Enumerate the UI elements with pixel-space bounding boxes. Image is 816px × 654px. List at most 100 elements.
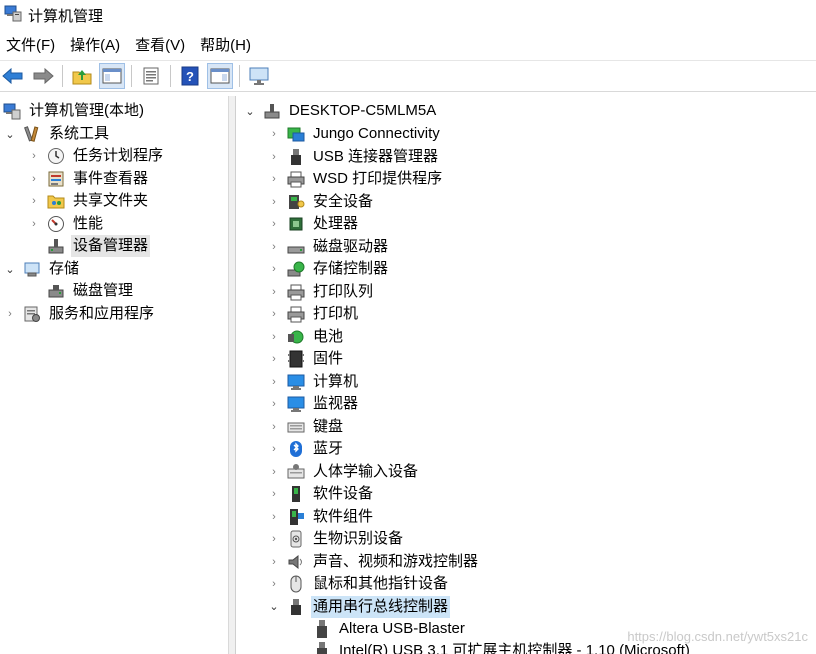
- chevron-right-icon[interactable]: ›: [268, 506, 280, 528]
- chevron-right-icon[interactable]: ›: [4, 303, 16, 325]
- back-arrow-icon[interactable]: [0, 63, 26, 89]
- chevron-down-icon[interactable]: ⌄: [4, 258, 16, 280]
- device-category-label: 人体学输入设备: [313, 462, 419, 480]
- device-category[interactable]: › Jungo Connectivity: [268, 123, 442, 145]
- sound-icon: [286, 552, 306, 572]
- chevron-right-icon[interactable]: ›: [268, 551, 280, 573]
- tree-item-system-tools[interactable]: ⌄ 系统工具: [4, 123, 111, 145]
- tree-label: 系统工具: [49, 125, 110, 142]
- device-category-label: 打印队列: [313, 282, 374, 300]
- menu-help[interactable]: 帮助(H): [194, 33, 260, 59]
- toolbar-separator: [131, 65, 132, 87]
- device-category[interactable]: › 鼠标和其他指针设备: [268, 573, 450, 595]
- tree-item-task-scheduler[interactable]: › 任务计划程序: [28, 145, 165, 167]
- help-icon[interactable]: ?: [177, 63, 203, 89]
- menu-file[interactable]: 文件(F): [0, 33, 64, 59]
- device-category[interactable]: ⌄ 通用串行总线控制器: [268, 595, 451, 618]
- console-tree[interactable]: 计算机管理(本地) ⌄ 系统工具 › 任务计划程序 › 事件查看器 › 共享文件…: [0, 96, 228, 654]
- chevron-right-icon[interactable]: ›: [268, 123, 280, 145]
- chevron-right-icon[interactable]: ›: [268, 258, 280, 280]
- monitor-icon: [286, 394, 306, 414]
- chevron-right-icon[interactable]: ›: [268, 326, 280, 348]
- chevron-right-icon[interactable]: ›: [28, 213, 40, 235]
- pane-splitter[interactable]: [228, 96, 236, 654]
- device-category[interactable]: › 磁盘驱动器: [268, 236, 390, 258]
- monitor-icon[interactable]: [246, 63, 272, 89]
- chevron-right-icon[interactable]: ›: [28, 190, 40, 212]
- tree-item-performance[interactable]: › 性能: [28, 213, 105, 235]
- chevron-right-icon[interactable]: ›: [268, 303, 280, 325]
- chevron-right-icon[interactable]: ›: [28, 145, 40, 167]
- tree-label: 服务和应用程序: [49, 305, 155, 322]
- chevron-right-icon[interactable]: ›: [268, 483, 280, 505]
- biometric-icon: [286, 529, 306, 549]
- device-tree[interactable]: ⌄ DESKTOP-C5MLM5A › Jungo Connectivity › US…: [236, 96, 816, 654]
- chevron-right-icon[interactable]: ›: [268, 416, 280, 438]
- chevron-right-icon[interactable]: ›: [268, 168, 280, 190]
- action-pane-icon[interactable]: [207, 63, 233, 89]
- chevron-down-icon[interactable]: ⌄: [244, 100, 256, 122]
- chevron-right-icon[interactable]: ›: [268, 191, 280, 213]
- device-category[interactable]: › 固件: [268, 348, 345, 370]
- device-root[interactable]: ⌄ DESKTOP-C5MLM5A: [244, 100, 438, 122]
- device-category[interactable]: › 生物识别设备: [268, 528, 405, 550]
- disk-drive-icon: [286, 237, 306, 257]
- chevron-right-icon[interactable]: ›: [268, 236, 280, 258]
- device-manager-icon: [46, 236, 66, 256]
- device-category[interactable]: › 打印机: [268, 303, 360, 325]
- tree-label: 计算机管理(本地): [29, 102, 144, 119]
- device-category-label: Jungo Connectivity: [313, 125, 440, 142]
- tree-item-computer-management[interactable]: 计算机管理(本地): [2, 100, 146, 122]
- chevron-right-icon[interactable]: ›: [268, 528, 280, 550]
- chevron-right-icon[interactable]: ›: [268, 393, 280, 415]
- device-category[interactable]: › 存储控制器: [268, 258, 390, 280]
- up-folder-icon[interactable]: [69, 63, 95, 89]
- device-category[interactable]: › 软件设备: [268, 483, 375, 505]
- chevron-right-icon[interactable]: ›: [268, 348, 280, 370]
- device-category[interactable]: › 键盘: [268, 416, 345, 438]
- device-category[interactable]: › WSD 打印提供程序: [268, 168, 444, 190]
- chevron-down-icon[interactable]: ⌄: [4, 123, 16, 145]
- device-category[interactable]: › 软件组件: [268, 506, 375, 528]
- tree-item-device-manager[interactable]: › 设备管理器: [28, 235, 151, 257]
- device-category[interactable]: › 处理器: [268, 213, 360, 235]
- forward-arrow-icon[interactable]: [30, 63, 56, 89]
- chevron-right-icon[interactable]: ›: [268, 461, 280, 483]
- software-component-icon: [286, 507, 306, 527]
- computer-root-icon: [262, 101, 282, 121]
- chevron-right-icon[interactable]: ›: [268, 213, 280, 235]
- tree-item-shared-folders[interactable]: › 共享文件夹: [28, 190, 150, 212]
- chevron-right-icon[interactable]: ›: [268, 281, 280, 303]
- device-category[interactable]: › 声音、视频和游戏控制器: [268, 551, 480, 573]
- device-category[interactable]: › 监视器: [268, 393, 360, 415]
- chevron-right-icon[interactable]: ›: [268, 146, 280, 168]
- device-category[interactable]: › 打印队列: [268, 281, 375, 303]
- device-category-label: 固件: [313, 350, 344, 367]
- watermark: https://blog.csdn.net/ywt5xs21c: [627, 629, 808, 644]
- menu-view[interactable]: 查看(V): [129, 33, 194, 59]
- device-category[interactable]: › USB 连接器管理器: [268, 146, 440, 168]
- device-category[interactable]: › 人体学输入设备: [268, 461, 420, 483]
- device-category-label: 鼠标和其他指针设备: [313, 575, 449, 592]
- tools-icon: [22, 124, 42, 144]
- properties-icon[interactable]: [138, 63, 164, 89]
- device-category[interactable]: › 安全设备: [268, 191, 375, 213]
- tree-item-event-viewer[interactable]: › 事件查看器: [28, 168, 150, 190]
- chevron-down-icon[interactable]: ⌄: [268, 596, 280, 618]
- chevron-right-icon[interactable]: ›: [28, 168, 40, 190]
- device-category[interactable]: › 蓝牙: [268, 438, 345, 460]
- device-usb-blaster[interactable]: Altera USB-Blaster: [312, 618, 467, 640]
- chevron-right-icon[interactable]: ›: [268, 438, 280, 460]
- chevron-right-icon[interactable]: ›: [268, 371, 280, 393]
- storage-controller-icon: [286, 259, 306, 279]
- chevron-right-icon[interactable]: ›: [268, 573, 280, 595]
- tree-item-disk-management[interactable]: › 磁盘管理: [28, 280, 135, 302]
- menu-action[interactable]: 操作(A): [64, 33, 129, 59]
- device-category[interactable]: › 电池: [268, 326, 345, 348]
- show-hide-tree-icon[interactable]: [99, 63, 125, 89]
- toolbar-separator: [170, 65, 171, 87]
- tree-item-storage[interactable]: ⌄ 存储: [4, 258, 81, 280]
- tree-item-services-apps[interactable]: › 服务和应用程序: [4, 303, 156, 325]
- device-category[interactable]: › 计算机: [268, 371, 360, 393]
- usb-controller-icon: [286, 597, 306, 617]
